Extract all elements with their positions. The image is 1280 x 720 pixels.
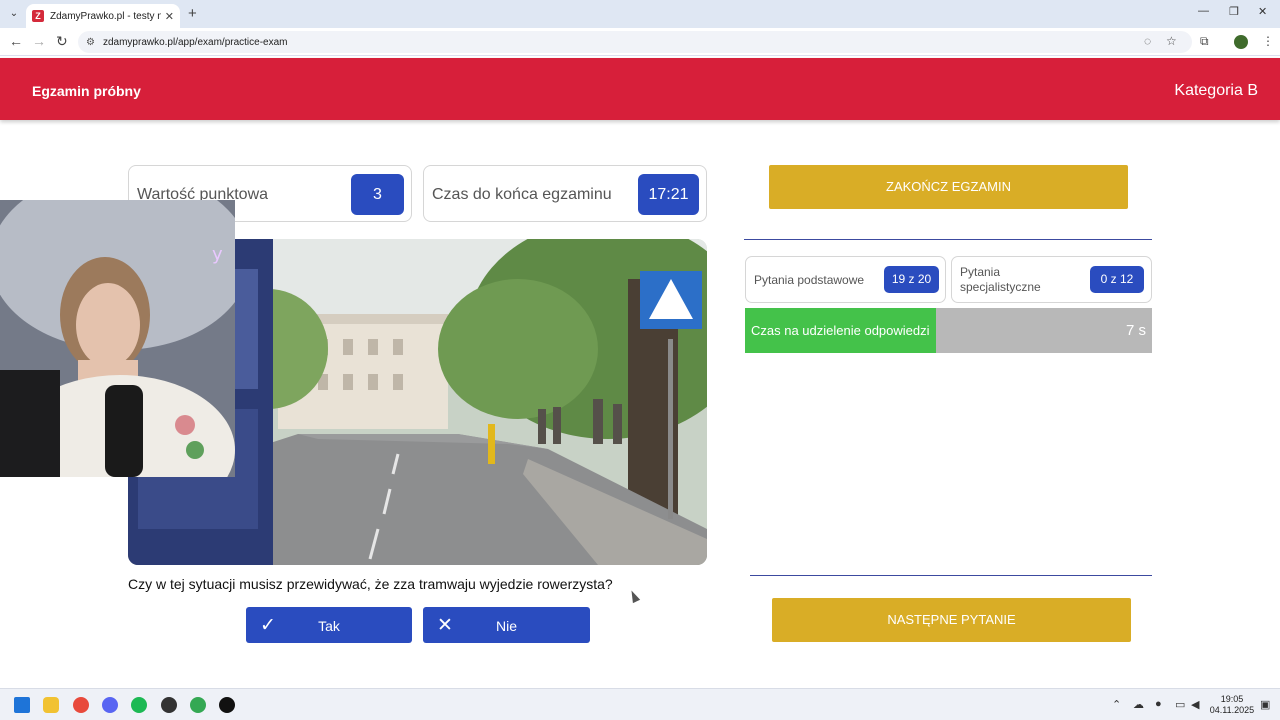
browser-menu-icon[interactable]: ⋮ xyxy=(1262,34,1274,48)
forward-icon[interactable]: → xyxy=(32,33,46,49)
url-text[interactable]: zdamyprawko.pl/app/exam/practice-exam xyxy=(103,37,288,48)
browser-tab[interactable]: Z ZdamyPrawko.pl - testy na prawo jazdy … xyxy=(26,4,180,28)
time-left-box: Czas do końca egzaminu 17:21 xyxy=(423,165,707,222)
cloud-icon[interactable]: ☁ xyxy=(1133,698,1144,711)
page-title: Egzamin próbny xyxy=(32,83,141,99)
tab-title: ZdamyPrawko.pl - testy na prawo jazdy xyxy=(50,10,161,22)
back-icon[interactable]: ← xyxy=(9,33,23,49)
tab-search-icon[interactable]: ⌄ xyxy=(6,6,22,22)
restore-icon[interactable]: ❐ xyxy=(1229,5,1239,18)
start-icon[interactable] xyxy=(14,697,30,713)
extensions-icon[interactable]: ⧉ xyxy=(1200,34,1209,49)
chrome-icon[interactable] xyxy=(73,697,89,713)
points-value: 3 xyxy=(351,174,404,215)
spotify-icon[interactable] xyxy=(131,697,147,713)
site-settings-icon[interactable]: ⚙ xyxy=(86,37,95,48)
clock-time: 19:05 xyxy=(1220,694,1244,704)
question-text: Czy w tej sytuacji musisz przewidywać, ż… xyxy=(128,576,613,592)
answer-no-button[interactable]: ✕ Nie xyxy=(423,607,590,643)
webcam-overlay: y xyxy=(0,200,235,477)
browser-tab-bar: ⌄ Z ZdamyPrawko.pl - testy na prawo jazd… xyxy=(0,0,1280,28)
network-icon[interactable]: ▭ xyxy=(1175,698,1185,711)
answer-yes-button[interactable]: ✓ Tak xyxy=(246,607,412,643)
answer-no-label: Nie xyxy=(495,618,517,634)
obs-icon[interactable] xyxy=(161,697,177,713)
profile-avatar[interactable] xyxy=(1234,35,1248,49)
os-taskbar: ⌃ ☁ ● ▭ ◀ 19:05 04.11.2025 ▣ xyxy=(0,688,1280,720)
specialist-questions-box: Pytania specjalistyczne 0 z 12 xyxy=(951,256,1152,303)
system-clock[interactable]: 19:05 04.11.2025 xyxy=(1208,694,1256,716)
specialist-questions-label-line2: specjalistyczne xyxy=(960,280,1041,294)
divider xyxy=(744,239,1152,240)
basic-questions-box: Pytania podstawowe 19 z 20 xyxy=(745,256,946,303)
notifications-icon[interactable]: ▣ xyxy=(1260,698,1270,711)
clock-date: 04.11.2025 xyxy=(1209,705,1255,715)
reload-icon[interactable]: ↻ xyxy=(56,33,68,50)
time-left-label: Czas do końca egzaminu xyxy=(432,186,612,203)
basic-questions-label: Pytania podstawowe xyxy=(754,273,865,287)
divider xyxy=(750,575,1152,576)
browser-toolbar: ← → ↻ ⚙ zdamyprawko.pl/app/exam/practice… xyxy=(0,28,1280,56)
close-tab-icon[interactable]: ✕ xyxy=(165,10,174,23)
discord-icon[interactable] xyxy=(102,697,118,713)
microphone-icon[interactable]: ● xyxy=(1155,698,1162,710)
finish-exam-button[interactable]: ZAKOŃCZ EGZAMIN xyxy=(769,165,1128,209)
mouse-cursor-icon xyxy=(627,588,641,604)
answer-time-bar: Czas na udzielenie odpowiedzi 7 s xyxy=(745,308,1152,353)
tiktok-icon[interactable] xyxy=(219,697,235,713)
specialist-questions-label-line1: Pytania xyxy=(960,265,1001,279)
time-left-value: 17:21 xyxy=(638,174,699,215)
volume-icon[interactable]: ◀ xyxy=(1191,698,1199,711)
next-question-button[interactable]: NASTĘPNE PYTANIE xyxy=(772,598,1131,642)
star-icon[interactable]: ☆ xyxy=(1166,34,1177,48)
minimize-icon[interactable]: — xyxy=(1198,5,1209,17)
answer-time-value: 7 s xyxy=(1125,322,1146,339)
file-explorer-icon[interactable] xyxy=(43,697,59,713)
category-label: Kategoria B xyxy=(1174,82,1258,99)
site-favicon-icon: Z xyxy=(32,10,44,22)
answer-time-label: Czas na udzielenie odpowiedzi xyxy=(751,323,930,338)
specialist-questions-value: 0 z 12 xyxy=(1090,266,1144,293)
basic-questions-value: 19 z 20 xyxy=(884,266,939,293)
new-tab-icon[interactable]: + xyxy=(188,5,197,22)
tray-chevron-icon[interactable]: ⌃ xyxy=(1112,698,1121,711)
webcam-video: y xyxy=(0,200,235,477)
address-bar[interactable]: ⚙ zdamyprawko.pl/app/exam/practice-exam xyxy=(78,31,1192,53)
svg-text:y: y xyxy=(212,244,223,265)
eye-off-icon[interactable]: ◌ xyxy=(1144,34,1151,48)
chrome-profile-icon[interactable] xyxy=(190,697,206,713)
app-header: Egzamin próbny Kategoria B xyxy=(0,58,1280,120)
answer-yes-label: Tak xyxy=(318,618,340,634)
close-window-icon[interactable]: ✕ xyxy=(1258,5,1267,18)
